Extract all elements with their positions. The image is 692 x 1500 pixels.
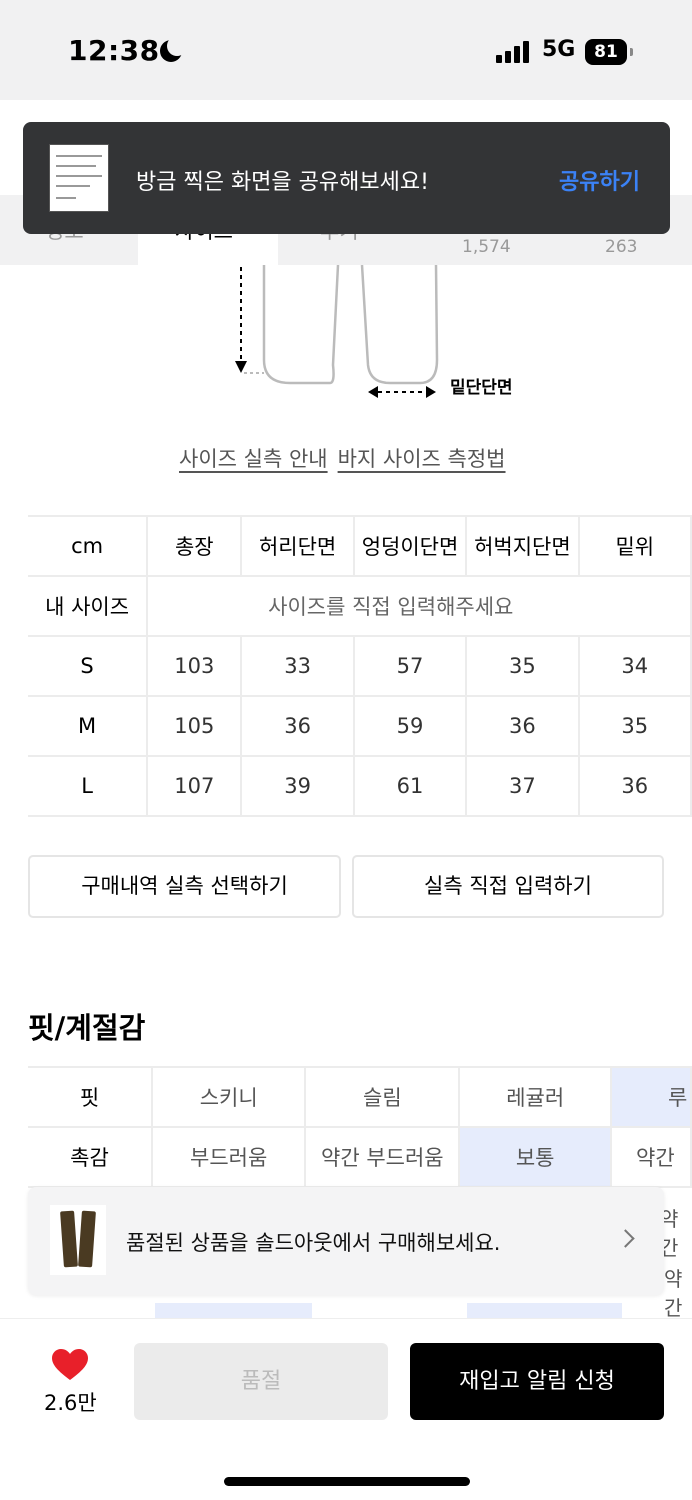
size-links: 사이즈 실측 안내 바지 사이즈 측정법 bbox=[179, 443, 506, 473]
restock-alert-button[interactable]: 재입고 알림 신청 bbox=[410, 1343, 664, 1420]
table-cell: 107 bbox=[146, 755, 243, 817]
bottom-action-bar: 2.6만 품절 재입고 알림 신청 bbox=[0, 1318, 692, 1500]
table-cell: 34 bbox=[577, 635, 692, 697]
table-header-row: cm 총장 허리단면 엉덩이단면 허벅지단면 밑위 bbox=[28, 515, 692, 577]
table-header: 총장 bbox=[146, 515, 243, 577]
fit-option[interactable]: 부드러움 bbox=[150, 1126, 307, 1188]
fit-label: 핏 bbox=[28, 1066, 153, 1128]
fit-option-peek: 약간 bbox=[664, 1267, 683, 1320]
size-guide-link[interactable]: 사이즈 실측 안내 bbox=[179, 447, 328, 471]
table-cell: 39 bbox=[240, 755, 355, 817]
share-button[interactable]: 공유하기 bbox=[559, 164, 640, 196]
my-size-row: 내 사이즈 사이즈를 직접 입력해주세요 bbox=[28, 575, 692, 637]
tab-count: 263 bbox=[605, 237, 638, 257]
status-time: 12:38 bbox=[68, 34, 160, 67]
table-cell: 57 bbox=[352, 635, 468, 697]
table-cell: 36 bbox=[577, 755, 692, 817]
table-cell: 59 bbox=[352, 695, 468, 757]
share-toast: 방금 찍은 화면을 공유해보세요! 공유하기 bbox=[23, 122, 670, 234]
table-header: 허벅지단면 bbox=[465, 515, 580, 577]
like-count: 2.6만 bbox=[44, 1391, 97, 1415]
manual-input-button[interactable]: 실측 직접 입력하기 bbox=[352, 855, 664, 918]
product-thumbnail bbox=[50, 1205, 106, 1275]
table-row: L 107 39 61 37 36 bbox=[28, 755, 692, 817]
table-cell: 105 bbox=[146, 695, 243, 757]
toast-message: 방금 찍은 화면을 공유해보세요! bbox=[136, 170, 429, 195]
table-cell: 61 bbox=[352, 755, 468, 817]
fit-option-selected[interactable]: 보통 bbox=[458, 1126, 613, 1188]
fit-option-selected bbox=[155, 1303, 312, 1318]
battery-icon: 81 bbox=[585, 39, 633, 65]
moon-icon bbox=[160, 36, 187, 62]
signal-icon bbox=[496, 41, 532, 63]
fit-option-selected bbox=[467, 1303, 622, 1318]
size-table: cm 총장 허리단면 엉덩이단면 허벅지단면 밑위 내 사이즈 사이즈를 직접 … bbox=[28, 515, 692, 817]
table-row: S 103 33 57 35 34 bbox=[28, 635, 692, 697]
table-cell: 103 bbox=[146, 635, 243, 697]
table-cell: 36 bbox=[465, 695, 580, 757]
table-cell: 37 bbox=[465, 755, 580, 817]
fit-table: 핏 스키니 슬림 레귤러 루 촉감 부드러움 약간 부드러움 보통 약간 bbox=[28, 1066, 692, 1188]
fit-option[interactable]: 스키니 bbox=[150, 1066, 307, 1128]
size-label: S bbox=[28, 635, 149, 697]
my-size-input[interactable]: 사이즈를 직접 입력해주세요 bbox=[146, 575, 692, 637]
fit-option-selected[interactable]: 루 bbox=[610, 1066, 692, 1128]
fit-option[interactable]: 레귤러 bbox=[458, 1066, 613, 1128]
fit-section-title: 핏/계절감 bbox=[28, 1011, 146, 1045]
fit-option[interactable]: 슬림 bbox=[304, 1066, 461, 1128]
fit-option[interactable]: 약간 bbox=[610, 1126, 692, 1188]
table-cell: 33 bbox=[240, 635, 355, 697]
table-header: 엉덩이단면 bbox=[352, 515, 468, 577]
table-cell: 35 bbox=[577, 695, 692, 757]
table-cell: 35 bbox=[465, 635, 580, 697]
fit-row: 촉감 부드러움 약간 부드러움 보통 약간 bbox=[28, 1126, 692, 1188]
table-header: 밑위 bbox=[577, 515, 692, 577]
my-size-label: 내 사이즈 bbox=[28, 575, 149, 637]
fit-option[interactable]: 약간 부드러움 bbox=[304, 1126, 461, 1188]
home-indicator bbox=[224, 1477, 470, 1486]
table-row: M 105 36 59 36 35 bbox=[28, 695, 692, 757]
measure-guide-link[interactable]: 바지 사이즈 측정법 bbox=[338, 447, 506, 471]
size-label: M bbox=[28, 695, 149, 757]
fit-option-peek: 약간 bbox=[660, 1207, 679, 1260]
soldout-banner[interactable]: 품절된 상품을 솔드아웃에서 구매해보세요. bbox=[28, 1187, 664, 1295]
screenshot-thumbnail[interactable] bbox=[49, 144, 109, 212]
purchase-history-button[interactable]: 구매내역 실측 선택하기 bbox=[28, 855, 341, 918]
fit-label: 촉감 bbox=[28, 1126, 153, 1188]
status-bar: 12:38 5G 81 bbox=[0, 0, 692, 100]
diagram-label: 밑단단면 bbox=[450, 378, 513, 398]
size-label: L bbox=[28, 755, 149, 817]
network-label: 5G bbox=[542, 37, 576, 62]
table-header: cm bbox=[28, 515, 149, 577]
heart-icon[interactable] bbox=[52, 1349, 88, 1381]
soldout-button: 품절 bbox=[134, 1343, 388, 1420]
soldout-banner-text: 품절된 상품을 솔드아웃에서 구매해보세요. bbox=[126, 1231, 501, 1255]
tab-count: 1,574 bbox=[462, 237, 511, 257]
table-cell: 36 bbox=[240, 695, 355, 757]
fit-row: 핏 스키니 슬림 레귤러 루 bbox=[28, 1066, 692, 1128]
chevron-right-icon bbox=[616, 1229, 635, 1248]
table-header: 허리단면 bbox=[240, 515, 355, 577]
